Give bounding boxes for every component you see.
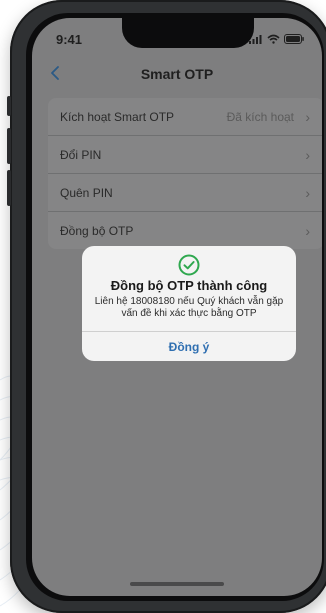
settings-item-sync-otp[interactable]: Đồng bộ OTP › <box>48 212 322 249</box>
cellular-signal-icon <box>249 34 262 44</box>
settings-item-label: Đồng bộ OTP <box>60 223 134 238</box>
navigation-bar: Smart OTP <box>32 62 322 90</box>
mute-switch <box>7 96 11 116</box>
success-dialog: Đồng bộ OTP thành công Liên hệ 18008180 … <box>82 246 296 361</box>
chevron-right-icon: › <box>305 146 310 163</box>
screen: 9:41 Smart OTP Kích hoạt Smart OTP Đã kí… <box>32 18 322 596</box>
settings-item-label: Đổi PIN <box>60 147 102 162</box>
dialog-message: Liên hệ 18008180 nếu Quý khách vẫn gặp v… <box>94 296 284 319</box>
home-indicator[interactable] <box>130 582 224 586</box>
settings-item-value: Đã kích hoạt <box>226 109 294 124</box>
volume-up-button <box>7 128 11 164</box>
chevron-right-icon: › <box>305 108 310 125</box>
page-title: Smart OTP <box>140 66 214 82</box>
chevron-right-icon: › <box>305 222 310 239</box>
dialog-title: Đồng bộ OTP thành công <box>110 278 268 293</box>
volume-down-button <box>7 170 11 206</box>
settings-item-change-pin[interactable]: Đổi PIN › <box>48 136 322 174</box>
chevron-right-icon: › <box>305 184 310 201</box>
settings-item-activate-smart-otp[interactable]: Kích hoạt Smart OTP Đã kích hoạt › <box>48 98 322 136</box>
status-time: 9:41 <box>56 32 83 47</box>
battery-icon <box>284 34 304 44</box>
stage: 9:41 Smart OTP Kích hoạt Smart OTP Đã kí… <box>0 0 326 613</box>
check-circle-icon <box>178 254 200 276</box>
notch <box>122 18 254 48</box>
settings-item-label: Quên PIN <box>60 185 113 200</box>
status-icons <box>249 34 304 44</box>
settings-item-label: Kích hoạt Smart OTP <box>60 109 175 124</box>
wifi-icon <box>267 34 280 44</box>
confirm-button[interactable]: Đồng ý <box>82 332 296 361</box>
settings-item-forgot-pin[interactable]: Quên PIN › <box>48 174 322 212</box>
phone-frame: 9:41 Smart OTP Kích hoạt Smart OTP Đã kí… <box>7 0 326 613</box>
settings-list: Kích hoạt Smart OTP Đã kích hoạt › Đổi P… <box>48 98 322 249</box>
